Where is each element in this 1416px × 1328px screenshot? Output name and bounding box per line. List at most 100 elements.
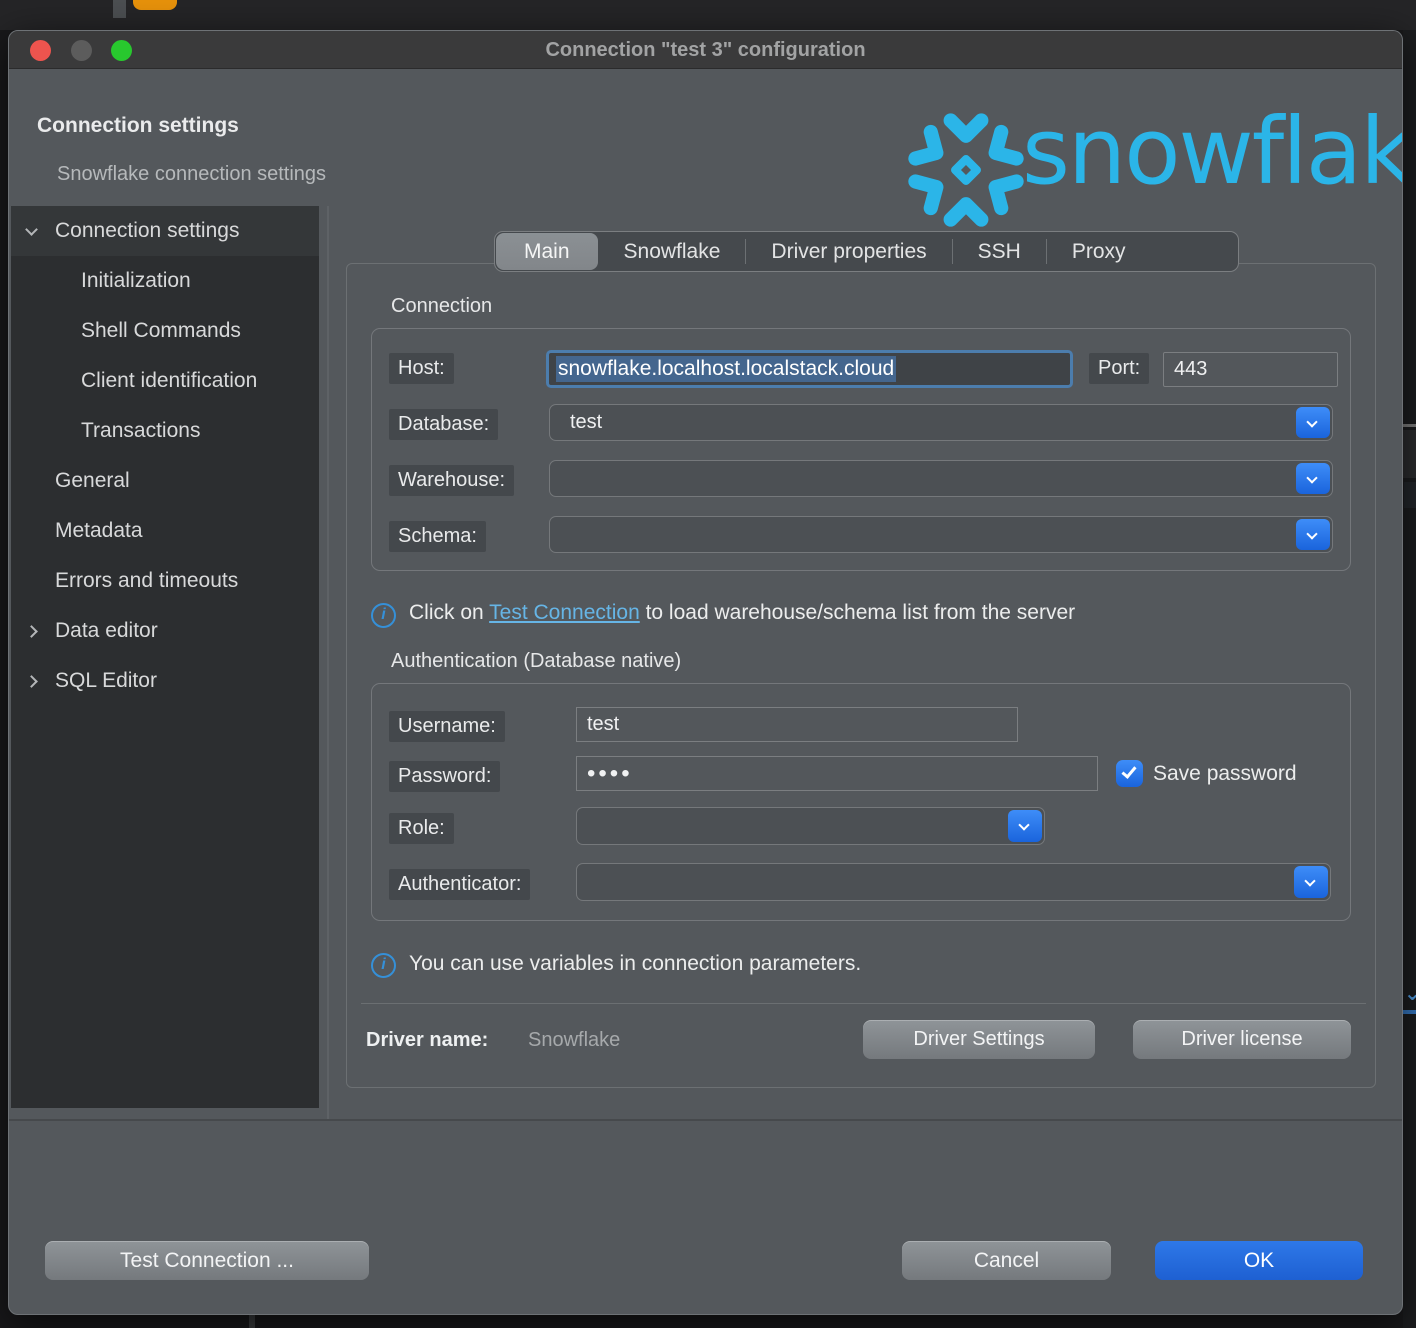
warehouse-label: Warehouse: (389, 465, 514, 496)
database-combo[interactable]: test (549, 404, 1333, 441)
background-scrollbar (113, 0, 126, 18)
password-label: Password: (389, 761, 500, 792)
sidebar-item-label: Errors and timeouts (55, 569, 238, 593)
schema-dropdown-button[interactable] (1296, 519, 1330, 550)
window-title: Connection "test 3" configuration (9, 31, 1402, 69)
authenticator-label: Authenticator: (389, 869, 530, 900)
warehouse-dropdown-button[interactable] (1296, 463, 1330, 494)
background-orange-icon (133, 0, 177, 10)
sidebar-item-label: Metadata (55, 519, 143, 543)
schema-combo[interactable] (549, 516, 1333, 553)
snowflake-logo: snowflake (897, 76, 1403, 236)
checkmark-icon (1121, 763, 1136, 779)
footer-separator (9, 1119, 1403, 1121)
sidebar-item-label: Initialization (81, 269, 191, 293)
info-icon: i (371, 603, 396, 628)
sidebar-item-client-identification[interactable]: Client identification (11, 356, 319, 406)
test-connection-button[interactable]: Test Connection ... (45, 1241, 369, 1280)
background-blue-line (1403, 1010, 1416, 1014)
tab-snowflake[interactable]: Snowflake (599, 233, 746, 270)
chevron-down-icon (1306, 528, 1317, 539)
info-icon: i (371, 953, 396, 978)
tab-proxy[interactable]: Proxy (1047, 233, 1151, 270)
chevron-down-icon (1306, 416, 1317, 427)
background-right-strip (1403, 30, 1416, 1328)
snowflake-mark-icon (907, 111, 1025, 229)
host-input[interactable]: snowflake.localhost.localstack.cloud (546, 350, 1073, 388)
page-title: Connection settings (37, 114, 239, 138)
driver-separator (361, 1003, 1366, 1004)
hint-prefix: Click on (409, 601, 489, 624)
host-value-selected-text: snowflake.localhost.localstack.cloud (556, 356, 896, 382)
driver-settings-button[interactable]: Driver Settings (863, 1020, 1095, 1059)
background-merge-icon: ⌄ (1404, 982, 1416, 1006)
password-input[interactable]: •••• (576, 756, 1098, 791)
cancel-button[interactable]: Cancel (902, 1241, 1111, 1280)
sidebar-splitter[interactable] (327, 206, 329, 1119)
settings-sidebar: Connection settings Initialization Shell… (11, 206, 319, 1108)
connection-configuration-dialog: Connection "test 3" configuration Connec… (8, 30, 1403, 1315)
sidebar-item-label: SQL Editor (55, 669, 157, 693)
chevron-right-icon (25, 675, 38, 688)
variables-hint: You can use variables in connection para… (409, 952, 861, 976)
save-password-label: Save password (1153, 762, 1297, 786)
port-input[interactable] (1163, 352, 1338, 387)
sidebar-item-connection-settings[interactable]: Connection settings (11, 206, 319, 256)
warehouse-combo[interactable] (549, 460, 1333, 497)
background-divider (249, 1315, 255, 1328)
background-app-strip (0, 0, 1416, 30)
sidebar-item-label: Data editor (55, 619, 158, 643)
role-combo[interactable] (576, 807, 1045, 845)
test-connection-hint: Click on Test Connection to load warehou… (409, 601, 1075, 625)
background-panel-fragment (1404, 482, 1416, 508)
chevron-down-icon (1304, 875, 1315, 886)
sidebar-item-label: Client identification (81, 369, 257, 393)
sidebar-item-transactions[interactable]: Transactions (11, 406, 319, 456)
host-label: Host: (389, 353, 454, 384)
role-dropdown-button[interactable] (1008, 810, 1042, 842)
chevron-right-icon (25, 625, 38, 638)
authenticator-dropdown-button[interactable] (1294, 866, 1328, 898)
save-password-checkbox[interactable] (1116, 760, 1143, 787)
sidebar-item-metadata[interactable]: Metadata (11, 506, 319, 556)
snowflake-wordmark: snowflake (1022, 98, 1403, 205)
chevron-down-icon (25, 223, 38, 236)
sidebar-item-initialization[interactable]: Initialization (11, 256, 319, 306)
sidebar-item-label: Connection settings (55, 219, 239, 243)
page-subtitle: Snowflake connection settings (57, 163, 326, 186)
sidebar-item-shell-commands[interactable]: Shell Commands (11, 306, 319, 356)
chevron-down-icon (1306, 472, 1317, 483)
connection-group-label: Connection (391, 295, 492, 318)
sidebar-item-label: Transactions (81, 419, 200, 443)
hint-suffix: to load warehouse/schema list from the s… (640, 601, 1075, 624)
background-panel-fragment (1403, 430, 1416, 478)
sidebar-item-sql-editor[interactable]: SQL Editor (11, 656, 319, 706)
auth-group-label: Authentication (Database native) (391, 650, 681, 673)
driver-license-button[interactable]: Driver license (1133, 1020, 1351, 1059)
title-bar[interactable]: Connection "test 3" configuration (9, 31, 1402, 69)
sidebar-item-label: Shell Commands (81, 319, 241, 343)
tab-main[interactable]: Main (496, 233, 598, 270)
role-label: Role: (389, 813, 454, 844)
database-dropdown-button[interactable] (1296, 407, 1330, 438)
driver-name-label: Driver name: (366, 1029, 488, 1052)
background-divider (1403, 424, 1416, 427)
driver-name-value: Snowflake (528, 1029, 620, 1052)
ok-button[interactable]: OK (1155, 1241, 1363, 1280)
port-label: Port: (1089, 353, 1149, 384)
database-value: test (570, 405, 602, 440)
authenticator-combo[interactable] (576, 863, 1331, 901)
username-input[interactable] (576, 707, 1018, 742)
schema-label: Schema: (389, 521, 486, 552)
tab-bar: Main Snowflake Driver properties SSH Pro… (494, 231, 1239, 272)
username-label: Username: (389, 711, 505, 742)
sidebar-item-data-editor[interactable]: Data editor (11, 606, 319, 656)
sidebar-item-errors-and-timeouts[interactable]: Errors and timeouts (11, 556, 319, 606)
tab-driver-properties[interactable]: Driver properties (746, 233, 951, 270)
sidebar-item-label: General (55, 469, 130, 493)
chevron-down-icon (1018, 819, 1029, 830)
sidebar-item-general[interactable]: General (11, 456, 319, 506)
database-label: Database: (389, 409, 498, 440)
test-connection-link[interactable]: Test Connection (489, 601, 640, 624)
tab-ssh[interactable]: SSH (953, 233, 1046, 270)
